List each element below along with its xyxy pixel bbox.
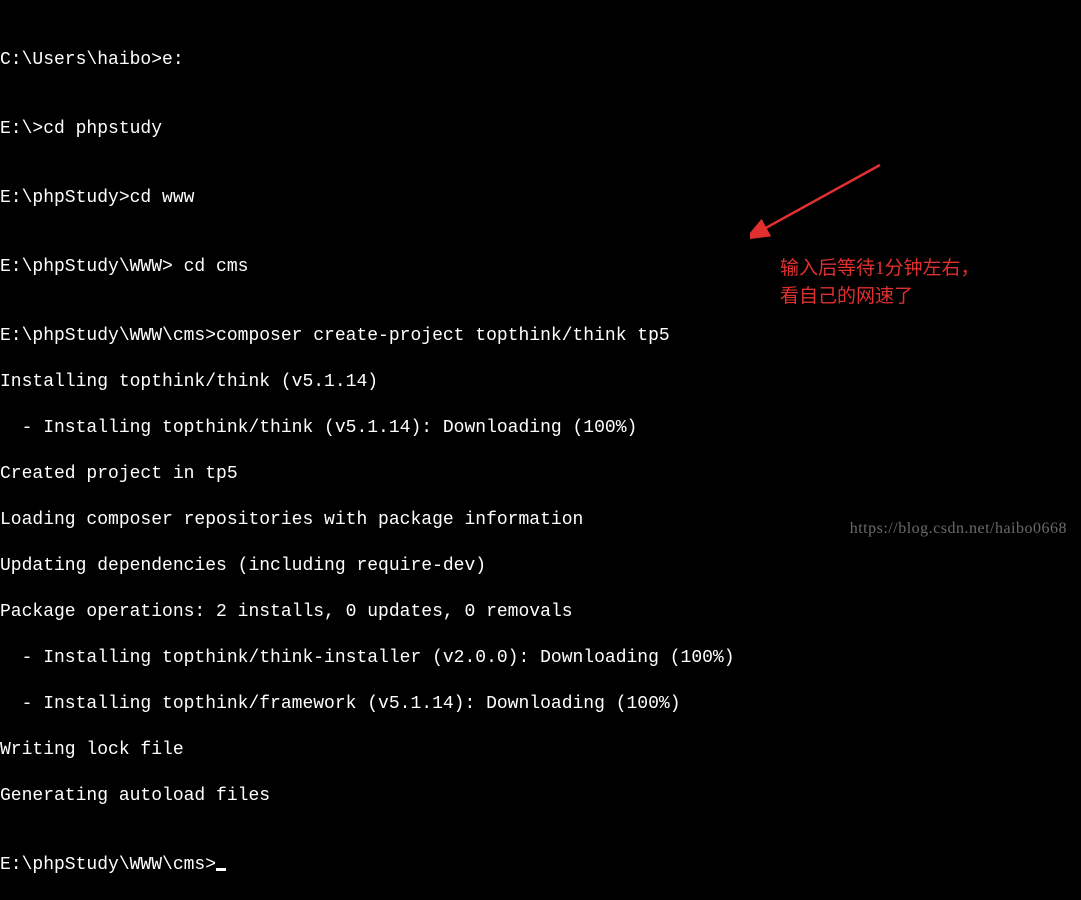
terminal-line: E:\>cd phpstudy [0, 118, 1081, 141]
terminal-prompt[interactable]: E:\phpStudy\WWW\cms> [0, 854, 1081, 877]
terminal-line: Updating dependencies (including require… [0, 555, 1081, 578]
terminal-line: Writing lock file [0, 739, 1081, 762]
terminal-line: E:\phpStudy>cd www [0, 187, 1081, 210]
terminal-output: C:\Users\haibo>e: E:\>cd phpstudy E:\php… [0, 26, 1081, 900]
watermark-text: https://blog.csdn.net/haibo0668 [850, 517, 1067, 540]
terminal-line: Created project in tp5 [0, 463, 1081, 486]
cursor-icon [216, 868, 226, 871]
terminal-line: E:\phpStudy\WWW\cms>composer create-proj… [0, 325, 1081, 348]
terminal-line: C:\Users\haibo>e: [0, 49, 1081, 72]
terminal-line: Generating autoload files [0, 785, 1081, 808]
terminal-line: - Installing topthink/think (v5.1.14): D… [0, 417, 1081, 440]
terminal-line: Installing topthink/think (v5.1.14) [0, 371, 1081, 394]
terminal-line: - Installing topthink/framework (v5.1.14… [0, 693, 1081, 716]
terminal-line: - Installing topthink/think-installer (v… [0, 647, 1081, 670]
terminal-line: E:\phpStudy\WWW> cd cms [0, 256, 1081, 279]
terminal-line: Package operations: 2 installs, 0 update… [0, 601, 1081, 624]
